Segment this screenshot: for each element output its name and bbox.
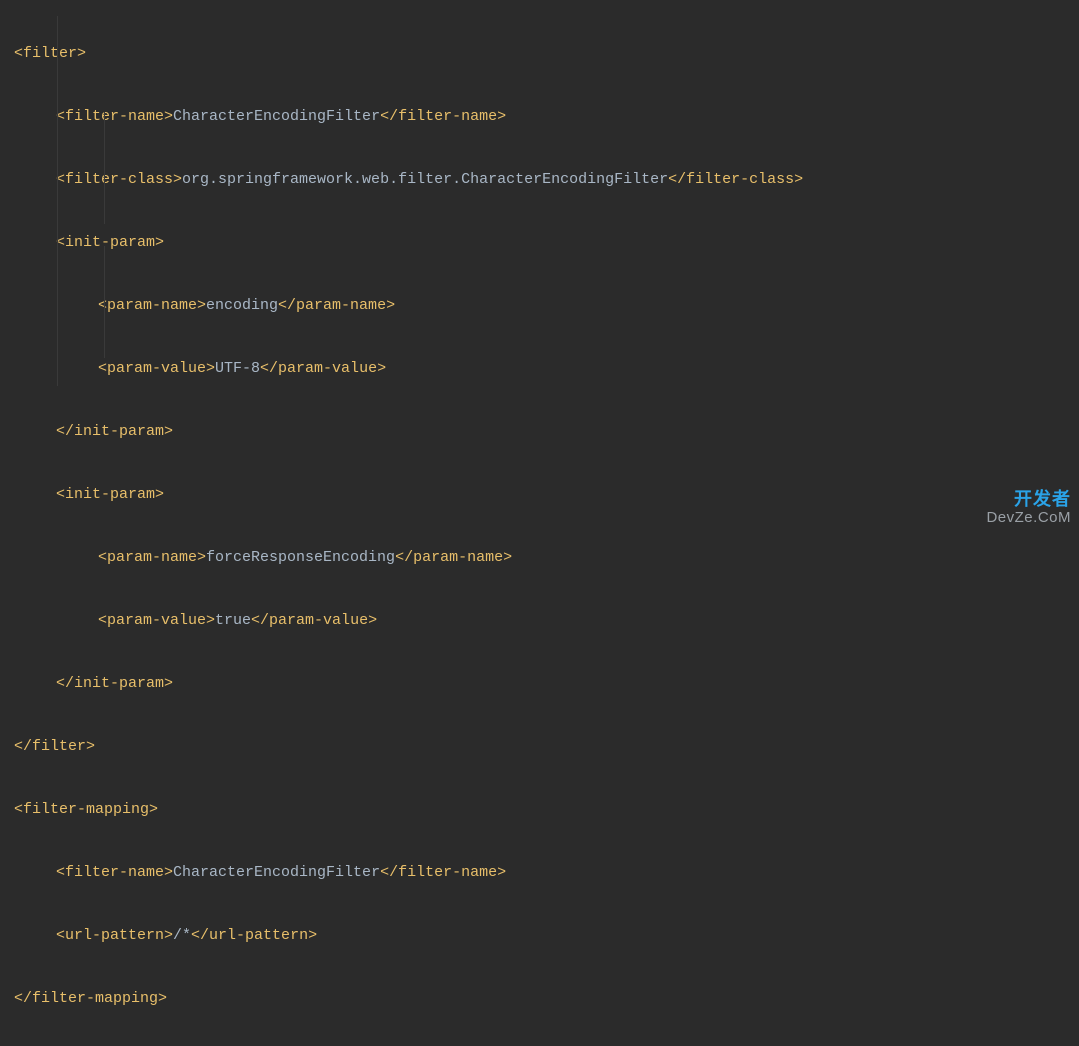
xml-tag: <param-name> [98, 297, 206, 314]
code-line: <filter-name>CharacterEncodingFilter</fi… [14, 101, 1079, 133]
xml-tag: <param-value> [98, 360, 215, 377]
xml-text: /* [173, 927, 191, 944]
xml-tag: </filter> [14, 738, 95, 755]
code-line: </filter-mapping> [14, 983, 1079, 1015]
xml-tag: </init-param> [56, 423, 173, 440]
xml-tag: </init-param> [56, 675, 173, 692]
code-line: </filter> [14, 731, 1079, 763]
xml-tag: </url-pattern> [191, 927, 317, 944]
xml-text: org.springframework.web.filter.Character… [182, 171, 668, 188]
xml-tag: <init-param> [56, 486, 164, 503]
code-line: <param-value>UTF-8</param-value> [14, 353, 1079, 385]
xml-tag: <url-pattern> [56, 927, 173, 944]
xml-tag: </filter-mapping> [14, 990, 167, 1007]
indent-guide [104, 246, 105, 358]
xml-tag: <param-value> [98, 612, 215, 629]
indent-guide [104, 112, 105, 224]
code-line: <param-name>forceResponseEncoding</param… [14, 542, 1079, 574]
xml-tag: <filter-name> [56, 108, 173, 125]
code-line: <filter-mapping> [14, 794, 1079, 826]
xml-tag: <filter-mapping> [14, 801, 158, 818]
code-line: <init-param> [14, 479, 1079, 511]
code-line: <url-pattern>/*</url-pattern> [14, 920, 1079, 952]
xml-text: forceResponseEncoding [206, 549, 395, 566]
xml-tag: <filter-name> [56, 864, 173, 881]
xml-tag: <init-param> [56, 234, 164, 251]
xml-tag: <filter> [14, 45, 86, 62]
xml-tag: </param-value> [260, 360, 386, 377]
code-line: <init-param> [14, 227, 1079, 259]
xml-tag: </param-value> [251, 612, 377, 629]
code-line: </init-param> [14, 416, 1079, 448]
xml-text: UTF-8 [215, 360, 260, 377]
code-block: <filter> <filter-name>CharacterEncodingF… [0, 6, 1079, 1046]
xml-text: CharacterEncodingFilter [173, 108, 380, 125]
code-line: <filter> [14, 38, 1079, 70]
code-line: <filter-name>CharacterEncodingFilter</fi… [14, 857, 1079, 889]
xml-tag: </filter-name> [380, 864, 506, 881]
xml-text: CharacterEncodingFilter [173, 864, 380, 881]
code-line: <param-value>true</param-value> [14, 605, 1079, 637]
xml-tag: <param-name> [98, 549, 206, 566]
xml-text: encoding [206, 297, 278, 314]
xml-tag: </param-name> [395, 549, 512, 566]
xml-tag: </filter-name> [380, 108, 506, 125]
code-line: <filter-class>org.springframework.web.fi… [14, 164, 1079, 196]
code-line: <param-name>encoding</param-name> [14, 290, 1079, 322]
xml-text: true [215, 612, 251, 629]
xml-tag: </filter-class> [668, 171, 803, 188]
xml-tag: </param-name> [278, 297, 395, 314]
indent-guide [57, 16, 58, 386]
xml-tag: <filter-class> [56, 171, 182, 188]
code-line: </init-param> [14, 668, 1079, 700]
